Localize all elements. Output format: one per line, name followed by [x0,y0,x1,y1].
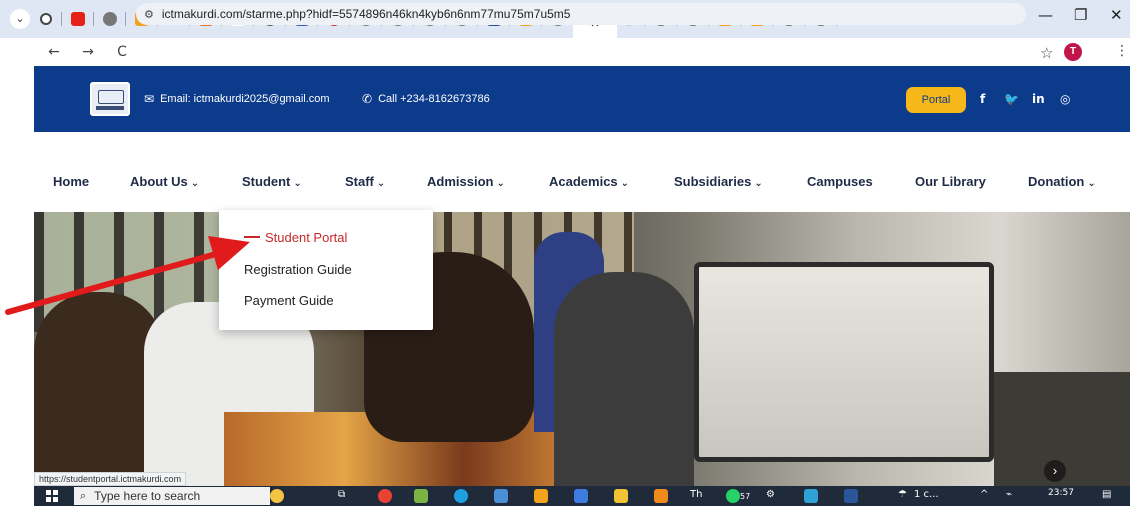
chrome-icon[interactable] [378,489,392,503]
close-window-button[interactable]: ✕ [1110,6,1123,24]
tab-separator [93,12,94,26]
chevron-down-icon: ⌄ [376,178,386,189]
nav-label: Campuses [807,174,873,189]
minimize-button[interactable]: — [1038,6,1053,24]
chevron-down-icon: ⌄ [190,178,200,189]
menu-item-student-portal[interactable]: Student Portal [265,230,347,245]
network-icon[interactable]: ⌁ [1006,489,1012,500]
browser-toolbar: ← → C [0,38,1130,66]
taskbar-search[interactable]: ⌕ Type here to search [74,487,270,505]
linkedin-icon[interactable]: in [1032,92,1045,106]
slider-next-icon[interactable]: › [1044,460,1066,482]
nav-subsidiaries[interactable]: Subsidiaries ⌄ [674,174,763,189]
nav-label: Student [242,174,291,189]
site-info-icon[interactable]: ⚙ [144,8,154,21]
phone-text: Call +234-8162673786 [378,93,490,105]
instagram-icon[interactable]: ◎ [1060,92,1070,106]
portal-button[interactable]: Portal [906,87,966,113]
reload-button[interactable]: C [110,44,134,60]
status-url: https://studentportal.ictmakurdi.com [34,472,187,486]
nav-our-library[interactable]: Our Library [915,174,986,189]
profile-avatar[interactable]: T [1064,43,1082,61]
college-logo[interactable] [90,82,130,116]
nav-label: Home [53,174,90,189]
search-icon: ⌕ [80,489,87,502]
nav-label: Admission [427,174,494,189]
nav-label: Donation [1028,174,1085,189]
tab-search-chevron-icon[interactable]: ⌄ [10,9,30,29]
folder-icon[interactable] [614,489,628,503]
nav-label: Academics [549,174,618,189]
globe-icon[interactable] [98,9,122,29]
windows-taskbar: ⌕ Type here to search ⧉ Th 57 ⚙ ☂ 1 c...… [34,486,1130,506]
nav-label: Subsidiaries [674,174,752,189]
youtube-icon[interactable] [66,9,90,29]
menu-item-payment-guide[interactable]: Payment Guide [244,293,334,308]
nav-donation[interactable]: Donation ⌄ [1028,174,1096,189]
app-icon[interactable] [494,489,508,503]
url-text[interactable]: ictmakurdi.com/starme.php?hidf=5574896n4… [162,7,571,21]
app-icon[interactable] [804,489,818,503]
screen: ⌄ ♪ M × [0,0,1130,506]
phone-icon: ✆ [362,92,373,106]
app-icon[interactable]: Th [690,489,702,500]
nav-label: About Us [130,174,188,189]
settings-icon[interactable]: ⚙ [766,489,775,500]
chevron-down-icon: ⌄ [496,178,505,189]
site-header-bar: ✉ Email: ictmakurdi2025@gmail.com ✆ Call… [34,66,1130,132]
weather-icon[interactable]: ☂ [898,489,907,500]
whatsapp-icon[interactable] [726,489,740,503]
back-button[interactable]: ← [42,44,66,60]
nav-home[interactable]: Home [53,174,89,189]
clock-time[interactable]: 23:57 [1048,488,1074,498]
nav-label: Our Library [915,174,986,189]
edge-icon[interactable] [454,489,468,503]
email-text: Email: ictmakurdi2025@gmail.com [160,93,330,105]
email-contact[interactable]: ✉ Email: ictmakurdi2025@gmail.com [144,92,330,106]
nav-admission[interactable]: Admission ⌄ [427,174,505,189]
tab-separator [125,12,126,26]
nav-about-us[interactable]: About Us ⌄ [130,174,199,189]
word-icon[interactable] [844,489,858,503]
whatsapp-badge: 57 [740,492,751,501]
nav-student[interactable]: Student ⌄ [242,174,302,189]
nav-academics[interactable]: Academics ⌄ [549,174,629,189]
nav-label: Staff [345,174,374,189]
lab-machine [694,262,994,462]
chevron-down-icon: ⌄ [293,178,302,189]
app-icon[interactable] [534,489,548,503]
notification-icon[interactable]: ▤ [1102,489,1111,500]
chevron-down-icon: ⌄ [1087,178,1096,189]
address-bar[interactable]: ⚙ ictmakurdi.com/starme.php?hidf=5574896… [136,3,1026,25]
facebook-icon[interactable]: f [980,92,985,106]
forward-button[interactable]: → [76,44,100,60]
phone-contact[interactable]: ✆ Call +234-8162673786 [362,92,490,106]
person-silhouette [554,272,694,486]
twitter-icon[interactable]: 🐦 [1004,92,1019,106]
tray-chevron-icon[interactable]: ^ [980,489,988,500]
tab-separator [61,12,62,26]
app-icon[interactable] [574,489,588,503]
maximize-button[interactable]: ❐ [1074,6,1087,24]
nav-staff[interactable]: Staff ⌄ [345,174,385,189]
browser-menu-icon[interactable]: ⋮ [1115,43,1129,59]
hero-photo: › [34,212,1130,486]
nav-campuses[interactable]: Campuses [807,174,873,189]
copilot-icon[interactable] [270,489,284,503]
chevron-down-icon: ⌄ [754,178,763,189]
menu-item-registration-guide[interactable]: Registration Guide [244,262,352,277]
active-indicator [244,236,260,238]
envelope-icon: ✉ [144,92,155,106]
main-navigation: Home About Us ⌄ Student ⌄ Staff ⌄ Admission… [34,132,1130,212]
task-view-icon[interactable]: ⧉ [338,489,345,500]
app-icon[interactable] [414,489,428,503]
vlc-icon[interactable] [654,489,668,503]
chevron-down-icon: ⌄ [620,178,630,189]
search-placeholder: Type here to search [94,489,201,503]
bookmark-star-icon[interactable]: ☆ [1040,44,1053,62]
weather-text[interactable]: 1 c... [914,489,939,500]
student-dropdown-menu: Student Portal Registration Guide Paymen… [219,210,433,330]
record-icon[interactable] [34,9,58,29]
windows-start-icon[interactable] [46,490,58,502]
